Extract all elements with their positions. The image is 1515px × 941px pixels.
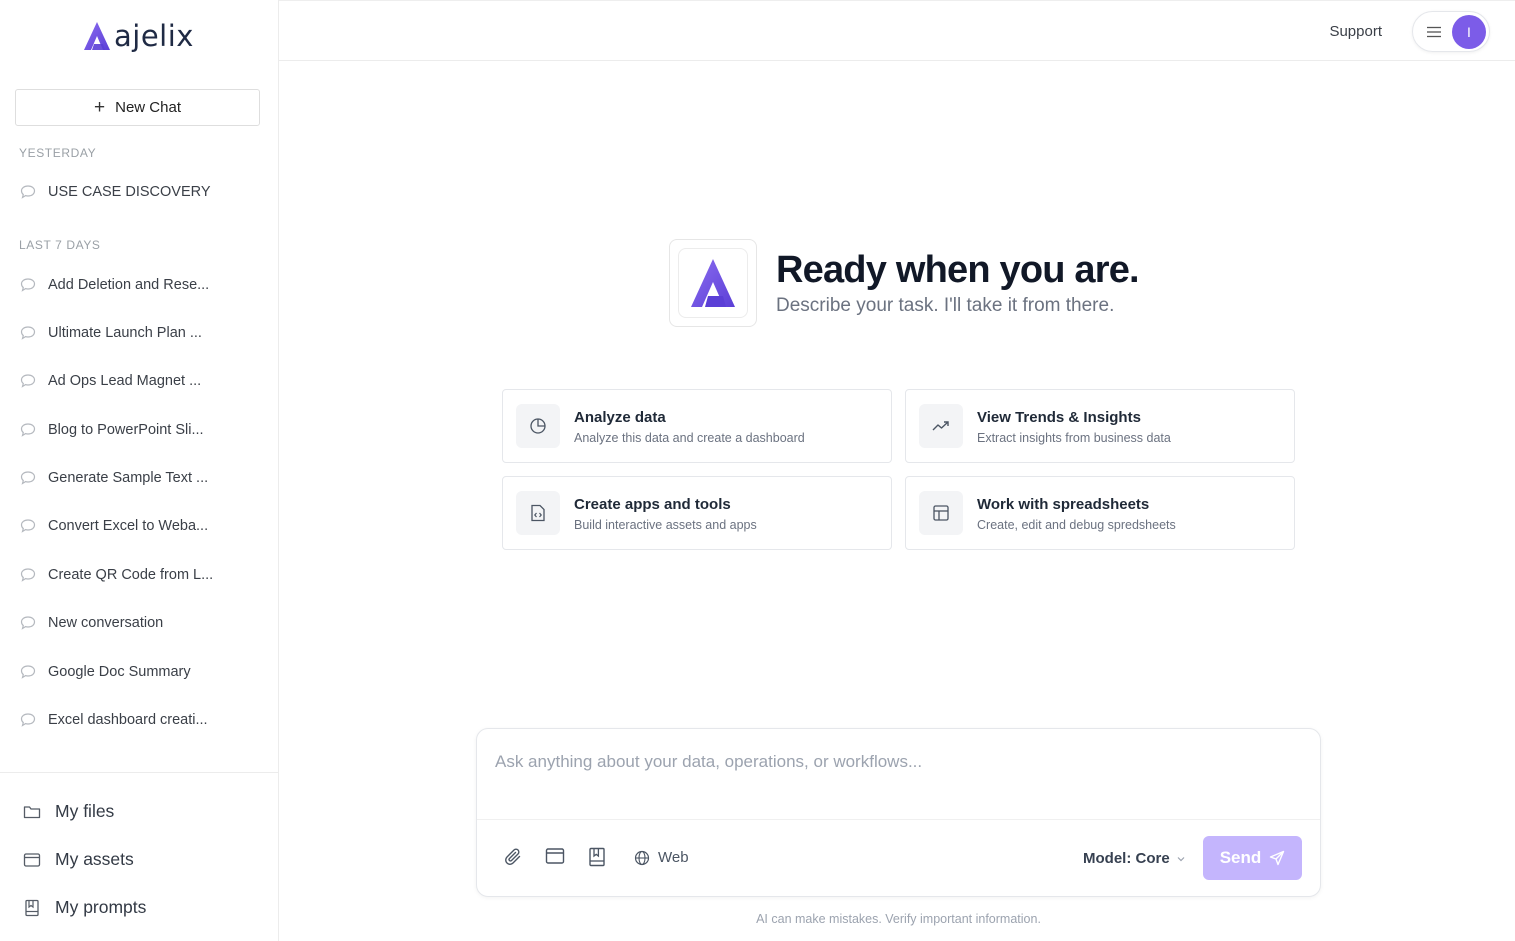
- folder-icon: [23, 805, 41, 818]
- top-bar: Support I: [279, 0, 1515, 61]
- chat-history-label: Create QR Code from L...: [48, 567, 214, 583]
- card-subtitle: Extract insights from business data: [977, 431, 1171, 445]
- ajelix-logo-icon: [691, 259, 735, 307]
- ajelix-logo-icon: [84, 22, 110, 50]
- chat-bubble-icon: [20, 519, 36, 533]
- sidebar-item-my-prompts[interactable]: My prompts: [23, 897, 146, 918]
- sidebar: ajelix + New Chat YESTERDAY USE CASE DIS…: [0, 0, 279, 941]
- chat-bubble-icon: [20, 616, 36, 630]
- send-label: Send: [1219, 848, 1262, 867]
- composer-divider: [477, 819, 1320, 820]
- chat-history-item[interactable]: USE CASE DISCOVERY: [20, 179, 260, 205]
- chat-history-label: New conversation: [48, 615, 164, 631]
- chat-history-label: Add Deletion and Rese...: [48, 277, 210, 293]
- chat-bubble-icon: [20, 471, 36, 485]
- support-link[interactable]: Support: [1329, 23, 1382, 40]
- assets-button[interactable]: [545, 847, 565, 865]
- hamburger-menu-icon: [1427, 26, 1441, 37]
- brand-name: ajelix: [114, 19, 194, 53]
- avatar: I: [1452, 14, 1486, 49]
- window-icon: [23, 852, 41, 867]
- globe-icon: [634, 850, 650, 865]
- chat-history-label: Excel dashboard creati...: [48, 712, 208, 728]
- pie-chart-icon: [516, 404, 560, 448]
- card-subtitle: Create, edit and debug spredsheets: [977, 518, 1176, 532]
- chat-history-item[interactable]: Generate Sample Text ...: [20, 465, 260, 491]
- chat-bubble-icon: [20, 374, 36, 388]
- chat-history-item[interactable]: Convert Excel to Weba...: [20, 513, 260, 539]
- bookmark-book-icon: [589, 847, 605, 867]
- model-selector[interactable]: Model: Core: [1083, 850, 1186, 867]
- card-subtitle: Analyze this data and create a dashboard: [574, 431, 805, 445]
- prompt-input[interactable]: [478, 730, 1319, 819]
- suggestion-card-analyze-data[interactable]: Analyze data Analyze this data and creat…: [502, 389, 892, 463]
- paperclip-icon: [505, 848, 521, 865]
- code-file-icon: [516, 491, 560, 535]
- card-title: View Trends & Insights: [977, 409, 1141, 426]
- chat-history-item[interactable]: Google Doc Summary: [20, 659, 260, 685]
- chat-history-item[interactable]: New conversation: [20, 610, 260, 636]
- card-title: Work with spreadsheets: [977, 496, 1150, 513]
- table-icon: [919, 491, 963, 535]
- sidebar-item-label: My files: [55, 801, 115, 821]
- send-icon: [1270, 850, 1285, 866]
- card-title: Analyze data: [574, 409, 666, 426]
- chat-history-item[interactable]: Ultimate Launch Plan ...: [20, 320, 260, 346]
- chat-history-label: Blog to PowerPoint Sli...: [48, 422, 204, 438]
- chat-history-label: Ad Ops Lead Magnet ...: [48, 373, 202, 389]
- web-search-toggle[interactable]: Web: [634, 849, 689, 866]
- sidebar-item-label: My prompts: [55, 897, 147, 917]
- chat-history-label: Generate Sample Text ...: [48, 470, 209, 486]
- chat-history-item[interactable]: Add Deletion and Rese...: [20, 272, 260, 298]
- sidebar-item-my-assets[interactable]: My assets: [23, 849, 134, 870]
- chat-bubble-icon: [20, 713, 36, 727]
- sidebar-item-label: My assets: [55, 849, 134, 869]
- model-label: Model: Core: [1083, 850, 1170, 867]
- send-button[interactable]: Send: [1203, 836, 1302, 880]
- trending-up-icon: [919, 404, 963, 448]
- suggestion-card-create-apps[interactable]: Create apps and tools Build interactive …: [502, 476, 892, 550]
- chat-bubble-icon: [20, 568, 36, 582]
- suggestion-card-spreadsheets[interactable]: Work with spreadsheets Create, edit and …: [905, 476, 1295, 550]
- chat-bubble-icon: [20, 326, 36, 340]
- chat-history-label: Convert Excel to Weba...: [48, 518, 209, 534]
- chat-bubble-icon: [20, 278, 36, 292]
- chat-history-label: Google Doc Summary: [48, 664, 191, 680]
- web-label: Web: [658, 849, 689, 866]
- suggestion-card-view-trends[interactable]: View Trends & Insights Extract insights …: [905, 389, 1295, 463]
- section-label-last-7-days: LAST 7 DAYS: [19, 238, 101, 252]
- sidebar-item-my-files[interactable]: My files: [23, 801, 114, 822]
- chevron-down-icon: [1177, 856, 1185, 861]
- prompts-button[interactable]: [588, 847, 606, 867]
- chat-history-item[interactable]: Excel dashboard creati...: [20, 707, 260, 733]
- sidebar-footer: My files My assets My prompts: [0, 772, 278, 941]
- window-icon: [545, 848, 565, 864]
- hero-logo: [669, 239, 757, 327]
- hero-title: Ready when you are.: [776, 249, 1140, 291]
- composer: Web Model: Core Send: [476, 728, 1321, 897]
- chat-history-item[interactable]: Ad Ops Lead Magnet ...: [20, 368, 260, 394]
- chat-history-item[interactable]: Blog to PowerPoint Sli...: [20, 417, 260, 443]
- new-chat-label: New Chat: [115, 99, 181, 116]
- attach-file-button[interactable]: [504, 847, 524, 867]
- chat-history-item[interactable]: Create QR Code from L...: [20, 562, 260, 588]
- chat-history-label: USE CASE DISCOVERY: [48, 184, 211, 200]
- chat-history-label: Ultimate Launch Plan ...: [48, 325, 202, 341]
- brand-logo[interactable]: ajelix: [84, 18, 194, 54]
- chat-bubble-icon: [20, 665, 36, 679]
- card-subtitle: Build interactive assets and apps: [574, 518, 757, 532]
- new-chat-button[interactable]: + New Chat: [15, 89, 260, 126]
- chat-bubble-icon: [20, 423, 36, 437]
- section-label-yesterday: YESTERDAY: [19, 146, 97, 160]
- chat-bubble-icon: [20, 185, 36, 199]
- hero-subtitle: Describe your task. I'll take it from th…: [776, 295, 1115, 316]
- plus-icon: +: [94, 97, 106, 118]
- bookmark-book-icon: [25, 899, 39, 916]
- card-title: Create apps and tools: [574, 496, 731, 513]
- user-menu-button[interactable]: I: [1412, 11, 1490, 52]
- disclaimer-text: AI can make mistakes. Verify important i…: [756, 912, 1041, 926]
- hero-logo-inner: [678, 248, 748, 318]
